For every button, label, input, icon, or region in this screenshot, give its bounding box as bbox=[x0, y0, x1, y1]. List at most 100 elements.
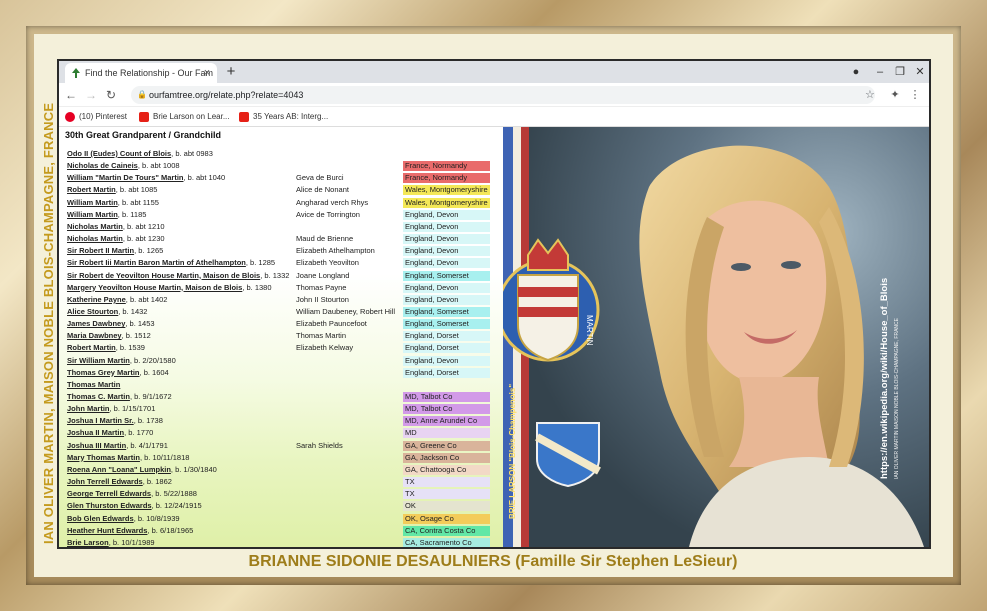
person-link[interactable]: William Martin bbox=[67, 210, 118, 219]
extensions-icon[interactable]: ✦ bbox=[887, 87, 903, 103]
person-link[interactable]: John Martin bbox=[67, 404, 110, 413]
person-link[interactable]: Margery Yeovilton House Martin, Maison d… bbox=[67, 283, 242, 292]
person-link[interactable]: Roena Ann "Loana" Lumpkin bbox=[67, 465, 171, 474]
person-link[interactable]: Robert Martin bbox=[67, 343, 116, 352]
bookmark-35-years[interactable]: 35 Years AB: Interg... bbox=[239, 110, 328, 124]
person-link[interactable]: Sir Robert II Martin bbox=[67, 246, 134, 255]
person-link[interactable]: Nicholas de Caineis bbox=[67, 161, 138, 170]
person-link[interactable]: Thomas C. Martin bbox=[67, 392, 130, 401]
person-link[interactable]: James Dawbney bbox=[67, 319, 125, 328]
person-link[interactable]: Heather Hunt Edwards bbox=[67, 526, 147, 535]
person-link[interactable]: Joshua II Martin bbox=[67, 428, 124, 437]
person-entry: Maria Dawbney, b. 1512 bbox=[67, 330, 151, 342]
wikipedia-url-caption: https://en.wikipedia.org/wiki/House_of_B… bbox=[879, 277, 890, 479]
birth-date: , b. 9/1/1672 bbox=[129, 392, 172, 401]
person-link[interactable]: Sir Robert de Yeovilton House Martin, Ma… bbox=[67, 271, 260, 280]
location-badge: England, Dorset bbox=[403, 343, 490, 354]
birth-date: , b. abt 0983 bbox=[171, 149, 213, 158]
person-link[interactable]: Glen Thurston Edwards bbox=[67, 501, 152, 510]
bookmark-brie-larson[interactable]: Brie Larson on Lear... bbox=[139, 110, 230, 124]
lineage-row: Nicholas Martin, b. abt 1230 Maud de Brie… bbox=[67, 233, 497, 245]
crest-label: MARTIN bbox=[585, 315, 594, 346]
page-title: 30th Great Grandparent / Grandchild bbox=[65, 130, 222, 140]
person-entry: John Martin, b. 1/15/1701 bbox=[67, 403, 155, 415]
person-link[interactable]: Bob Glen Edwards bbox=[67, 514, 134, 523]
location-badge: England, Devon bbox=[403, 258, 490, 269]
lineage-row: Robert Martin, b. 1539 Elizabeth Kelway En… bbox=[67, 342, 497, 354]
page-content: 30th Great Grandparent / Grandchild Odo … bbox=[59, 127, 929, 547]
tree-favicon-icon bbox=[72, 68, 80, 78]
person-entry: Robert Martin, b. 1539 bbox=[67, 342, 145, 354]
person-link[interactable]: George Terrell Edwards bbox=[67, 489, 151, 498]
person-link[interactable]: William "Martin De Tours" Martin bbox=[67, 173, 184, 182]
close-window-button[interactable]: ✕ bbox=[911, 64, 929, 80]
lineage-row: Bob Glen Edwards, b. 10/8/1939 OK, Osage … bbox=[67, 513, 497, 525]
reload-icon[interactable]: ↻ bbox=[103, 87, 119, 103]
person-link[interactable]: Odo II (Eudes) Count of Blois bbox=[67, 149, 171, 158]
back-arrow-icon[interactable]: ← bbox=[63, 87, 79, 103]
portrait-collage: MARTIN BRIE LARSON "Blois-Champenois" ht… bbox=[503, 127, 929, 547]
tab-title: Find the Relationship - Our Fam bbox=[85, 68, 214, 78]
tab-find-relationship[interactable]: Find the Relationship - Our Fam × bbox=[65, 63, 217, 83]
birth-date: , b. 10/1/1989 bbox=[108, 537, 155, 547]
person-link[interactable]: Joshua I Martin Sr. bbox=[67, 416, 134, 425]
person-link[interactable]: John Terrell Edwards bbox=[67, 477, 143, 486]
restore-button[interactable]: ❐ bbox=[891, 64, 909, 80]
tab-close-icon[interactable]: × bbox=[201, 63, 213, 83]
location-badge: MD, Talbot Co bbox=[403, 392, 490, 402]
forward-arrow-icon[interactable]: → bbox=[83, 87, 99, 103]
person-entry: Thomas Grey Martin, b. 1604 bbox=[67, 367, 169, 379]
person-link[interactable]: Thomas Martin bbox=[67, 380, 120, 389]
lineage-row: Margery Yeovilton House Martin, Maison d… bbox=[67, 282, 497, 294]
person-link[interactable]: Alice Stourton bbox=[67, 307, 118, 316]
location-badge: TX bbox=[403, 489, 490, 500]
person-entry: Roena Ann "Loana" Lumpkin, b. 1/30/1840 bbox=[67, 464, 217, 476]
person-entry: Thomas Martin bbox=[67, 379, 120, 391]
location-badge: England, Dorset bbox=[403, 331, 490, 342]
lineage-row: John Terrell Edwards, b. 1862 TX bbox=[67, 476, 497, 488]
new-tab-button[interactable]: + bbox=[223, 62, 239, 82]
bookmark-pinterest[interactable]: (10) Pinterest bbox=[65, 110, 127, 124]
location-badge: England, Devon bbox=[403, 246, 490, 257]
lineage-row: Joshua II Martin, b. 1770 MD bbox=[67, 427, 497, 439]
location-badge: England, Devon bbox=[403, 209, 490, 220]
tab-bar: Find the Relationship - Our Fam × + ● – … bbox=[59, 61, 929, 83]
person-entry: William Martin, b. abt 1155 bbox=[67, 197, 159, 209]
lineage-row: William "Martin De Tours" Martin, b. abt… bbox=[67, 172, 497, 184]
person-link[interactable]: Nicholas Martin bbox=[67, 234, 123, 243]
location-badge: France, Normandy bbox=[403, 173, 490, 184]
birth-date: , b. abt 1008 bbox=[137, 161, 180, 171]
person-entry: Joshua III Martin, b. 4/1/1791 bbox=[67, 440, 168, 452]
lineage-row: Roena Ann "Loana" Lumpkin, b. 1/30/1840 G… bbox=[67, 464, 497, 476]
person-link[interactable]: Sir William Martin bbox=[67, 356, 130, 365]
birth-date: , b. 10/11/1818 bbox=[139, 452, 190, 462]
person-entry: Sir Robert II Martin, b. 1265 bbox=[67, 245, 163, 257]
person-link[interactable]: William Martin bbox=[67, 198, 118, 207]
person-link[interactable]: Katherine Payne bbox=[67, 295, 126, 304]
location-badge: TX bbox=[403, 477, 490, 488]
address-bar[interactable]: 🔒 ourfamtree.org/relate.php?relate=4043 bbox=[131, 86, 875, 104]
menu-kebab-icon[interactable]: ⋮ bbox=[907, 87, 923, 103]
person-link[interactable]: Thomas Grey Martin bbox=[67, 368, 140, 377]
spouse-name: Elizabeth Yeovilton bbox=[296, 258, 359, 268]
minimize-button[interactable]: – bbox=[871, 64, 889, 80]
person-link[interactable]: Robert Martin bbox=[67, 185, 116, 194]
person-link[interactable]: Mary Thomas Martin bbox=[67, 453, 140, 462]
lineage-row: Sir Robert Iii Martin Baron Martin of At… bbox=[67, 257, 497, 269]
birth-date: , b. abt 1230 bbox=[122, 234, 165, 244]
person-link[interactable]: Joshua III Martin bbox=[67, 441, 126, 450]
spouse-name: Elizabeth Kelway bbox=[296, 343, 354, 353]
profile-dropdown-icon[interactable]: ● bbox=[847, 64, 865, 80]
wikipedia-sub-caption: IAN OLIVER MARTIN MAISON NOBLE BLOIS-CHA… bbox=[894, 318, 900, 479]
lineage-row: Nicholas Martin, b. abt 1210 England, Dev… bbox=[67, 221, 497, 233]
lineage-row: Glen Thurston Edwards, b. 12/24/1915 OK bbox=[67, 500, 497, 512]
person-link[interactable]: Nicholas Martin bbox=[67, 222, 123, 231]
person-link[interactable]: Maria Dawbney bbox=[67, 331, 122, 340]
bookmark-star-icon[interactable]: ☆ bbox=[865, 88, 875, 101]
person-link[interactable]: Sir Robert Iii Martin Baron Martin of At… bbox=[67, 258, 246, 267]
location-badge: CA, Contra Costa Co bbox=[403, 525, 490, 536]
person-entry: Sir Robert Iii Martin Baron Martin of At… bbox=[67, 257, 275, 269]
location-badge: CA, Sacramento Co bbox=[403, 537, 490, 547]
spouse-name: Elizabeth Pauncefoot bbox=[296, 319, 367, 329]
person-link[interactable]: Brie Larson bbox=[67, 538, 109, 547]
